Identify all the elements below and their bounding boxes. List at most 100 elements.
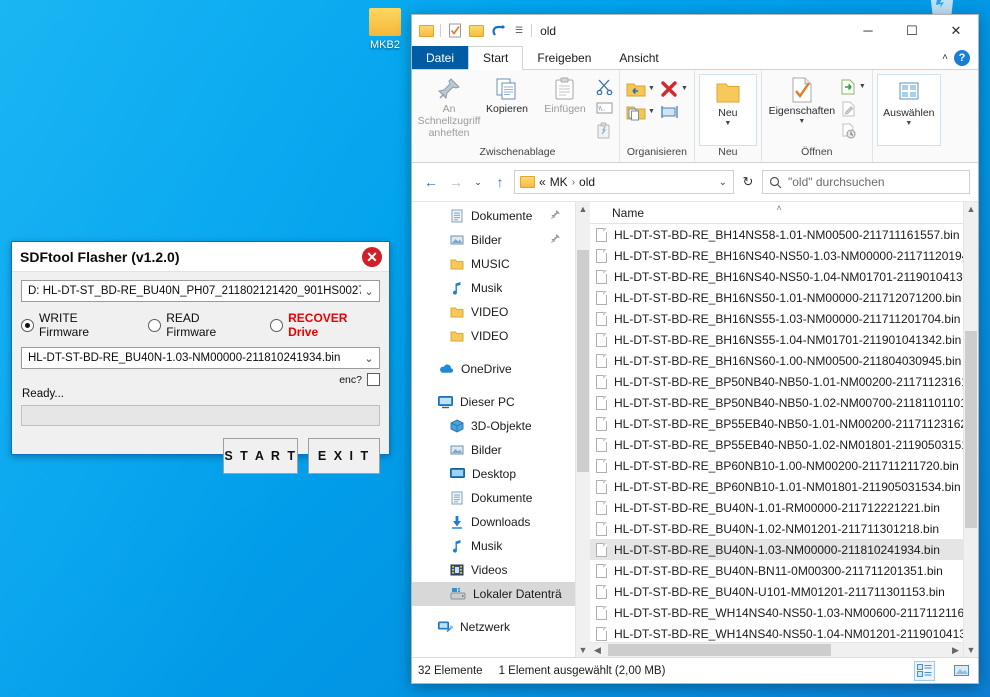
folder-icon[interactable]: [418, 22, 435, 39]
open-button[interactable]: ▼: [838, 76, 868, 97]
new-button[interactable]: Neu ▼: [699, 74, 757, 146]
file-row[interactable]: HL-DT-ST-BD-RE_BH14NS58-1.01-NM00500-211…: [590, 224, 963, 245]
file-row[interactable]: HL-DT-ST-BD-RE_BP60NB10-1.00-NM00200-211…: [590, 455, 963, 476]
copy-to-button[interactable]: ▼: [624, 101, 657, 122]
start-button[interactable]: S T A R T: [223, 438, 298, 474]
sidebar-item-bilder[interactable]: Bilder: [412, 438, 575, 462]
select-button[interactable]: Auswählen ▼: [877, 74, 941, 146]
tab-datei[interactable]: Datei: [412, 46, 468, 69]
pin-to-quick-access-button[interactable]: An Schnellzugriff anheften: [420, 74, 478, 141]
scroll-right-icon[interactable]: ▶: [948, 645, 963, 656]
hscroll-track[interactable]: [605, 643, 948, 657]
file-row[interactable]: HL-DT-ST-BD-RE_BU40N-1.02-NM01201-211711…: [590, 518, 963, 539]
copy-button[interactable]: Kopieren: [478, 74, 536, 118]
scroll-thumb[interactable]: [577, 250, 589, 472]
scroll-up-icon[interactable]: ▲: [579, 202, 588, 216]
scroll-thumb[interactable]: [965, 331, 977, 527]
file-row[interactable]: HL-DT-ST-BD-RE_BH16NS50-1.01-NM00000-211…: [590, 287, 963, 308]
edit-button[interactable]: [838, 98, 868, 119]
pin-icon[interactable]: [550, 209, 561, 223]
file-row[interactable]: HL-DT-ST-BD-RE_BP55EB40-NB50-1.02-NM0180…: [590, 434, 963, 455]
file-row[interactable]: HL-DT-ST-BD-RE_BH16NS40-NS50-1.04-NM0170…: [590, 266, 963, 287]
large-icons-view-button[interactable]: [951, 661, 972, 681]
scroll-track[interactable]: [964, 216, 978, 643]
radio-read-firmware[interactable]: READ Firmware: [148, 311, 252, 339]
scroll-down-icon[interactable]: ▼: [967, 643, 976, 657]
radio-write-firmware[interactable]: WRITE Firmware: [21, 311, 130, 339]
sidebar-item-musik[interactable]: Musik: [412, 534, 575, 558]
chevron-down-icon[interactable]: ▼: [724, 120, 731, 127]
close-icon[interactable]: ✕: [362, 247, 382, 267]
move-to-button[interactable]: ▼: [624, 78, 657, 99]
chevron-down-icon[interactable]: ▼: [648, 85, 655, 92]
recent-locations-button[interactable]: ⌄: [470, 170, 486, 194]
scroll-left-icon[interactable]: ◀: [590, 645, 605, 656]
sidebar-item-downloads[interactable]: Downloads: [412, 510, 575, 534]
delete-button[interactable]: ▼: [657, 78, 690, 99]
collapse-ribbon-icon[interactable]: ˄: [942, 52, 948, 63]
enc-checkbox[interactable]: [367, 373, 380, 386]
tab-start[interactable]: Start: [468, 46, 523, 70]
chevron-down-icon[interactable]: ⌄: [715, 177, 731, 188]
sidebar-item-videos[interactable]: Videos: [412, 558, 575, 582]
file-row[interactable]: HL-DT-ST-BD-RE_BU40N-BN11-0M00300-211711…: [590, 560, 963, 581]
sidebar-item-lokaler-datentr[interactable]: Lokaler Datenträ: [412, 582, 575, 606]
hscroll-thumb[interactable]: [608, 644, 831, 656]
sidebar-item-dieser-pc[interactable]: Dieser PC: [412, 390, 575, 414]
properties-check-icon[interactable]: [446, 22, 463, 39]
search-input[interactable]: "old" durchsuchen: [762, 170, 970, 194]
cut-button[interactable]: [594, 76, 615, 97]
undo-icon[interactable]: [490, 22, 507, 39]
file-list-vscrollbar[interactable]: ▲ ▼: [963, 202, 978, 657]
up-button[interactable]: ↑: [489, 170, 511, 194]
file-row[interactable]: HL-DT-ST-BD-RE_BH16NS55-1.04-NM01701-211…: [590, 329, 963, 350]
sidebar-item-musik[interactable]: Musik: [412, 276, 575, 300]
chevron-down-icon[interactable]: ▼: [859, 83, 866, 90]
paste-button[interactable]: Einfügen: [536, 74, 594, 118]
file-row[interactable]: HL-DT-ST-BD-RE_WH14NS40-NS50-1.03-NM0060…: [590, 602, 963, 623]
tab-freigeben[interactable]: Freigeben: [523, 46, 605, 69]
pin-icon[interactable]: [550, 233, 561, 247]
properties-button[interactable]: Eigenschaften ▼: [766, 74, 838, 127]
copy-path-button[interactable]: \\..: [594, 98, 615, 119]
back-button[interactable]: ←: [420, 170, 442, 194]
refresh-button[interactable]: ↻: [737, 170, 759, 194]
breadcrumb-item-mk[interactable]: MK: [550, 175, 568, 189]
file-row[interactable]: HL-DT-ST-BD-RE_BP50NB40-NB50-1.01-NM0020…: [590, 371, 963, 392]
desktop-icon-mkb2[interactable]: MKB2: [350, 8, 420, 51]
sidebar-item-dokumente[interactable]: Dokumente: [412, 486, 575, 510]
file-row[interactable]: HL-DT-ST-BD-RE_BP60NB10-1.01-NM01801-211…: [590, 476, 963, 497]
details-view-button[interactable]: [914, 661, 935, 681]
customize-quick-access-icon[interactable]: ☰: [512, 25, 526, 36]
chevron-down-icon[interactable]: ▼: [798, 118, 805, 125]
file-row[interactable]: HL-DT-ST-BD-RE_BH16NS55-1.03-NM00000-211…: [590, 308, 963, 329]
sidebar-item-netzwerk[interactable]: Netzwerk: [412, 615, 575, 639]
breadcrumb-overflow[interactable]: «: [539, 175, 546, 189]
file-row[interactable]: HL-DT-ST-BD-RE_WH14NS40-NS50-1.04-NM0120…: [590, 623, 963, 642]
file-list-hscrollbar[interactable]: ◀ ▶: [590, 642, 963, 657]
tab-ansicht[interactable]: Ansicht: [605, 46, 672, 69]
file-row[interactable]: HL-DT-ST-BD-RE_BH16NS60-1.00-NM00500-211…: [590, 350, 963, 371]
paste-shortcut-button[interactable]: [594, 120, 615, 141]
sidebar-item-video[interactable]: VIDEO: [412, 300, 575, 324]
exit-button[interactable]: E X I T: [308, 438, 380, 474]
sidebar-item-onedrive[interactable]: OneDrive: [412, 357, 575, 381]
file-row[interactable]: HL-DT-ST-BD-RE_BU40N-1.03-NM00000-211810…: [590, 539, 963, 560]
scroll-down-icon[interactable]: ▼: [579, 643, 588, 657]
file-list[interactable]: HL-DT-ST-BD-RE_BH14NS58-1.01-NM00500-211…: [590, 224, 963, 642]
sidebar-item-video[interactable]: VIDEO: [412, 324, 575, 348]
radio-recover-drive[interactable]: RECOVER Drive: [270, 311, 380, 339]
sidebar-item-music[interactable]: MUSIC: [412, 252, 575, 276]
breadcrumb-item-old[interactable]: old: [579, 175, 595, 189]
column-header-name[interactable]: ˄ Name: [590, 202, 963, 224]
sidebar-item-desktop[interactable]: Desktop: [412, 462, 575, 486]
chevron-down-icon[interactable]: ▼: [905, 120, 912, 127]
file-row[interactable]: HL-DT-ST-BD-RE_BU40N-U101-MM01201-211711…: [590, 581, 963, 602]
sidebar-item-dokumente[interactable]: Dokumente: [412, 204, 575, 228]
rename-button[interactable]: [657, 101, 683, 122]
chevron-down-icon[interactable]: ▼: [681, 85, 688, 92]
scroll-up-icon[interactable]: ▲: [967, 202, 976, 216]
scroll-track[interactable]: [576, 216, 590, 643]
sidebar-item-3d-objekte[interactable]: 3D-Objekte: [412, 414, 575, 438]
file-row[interactable]: HL-DT-ST-BD-RE_BH16NS40-NS50-1.03-NM0000…: [590, 245, 963, 266]
